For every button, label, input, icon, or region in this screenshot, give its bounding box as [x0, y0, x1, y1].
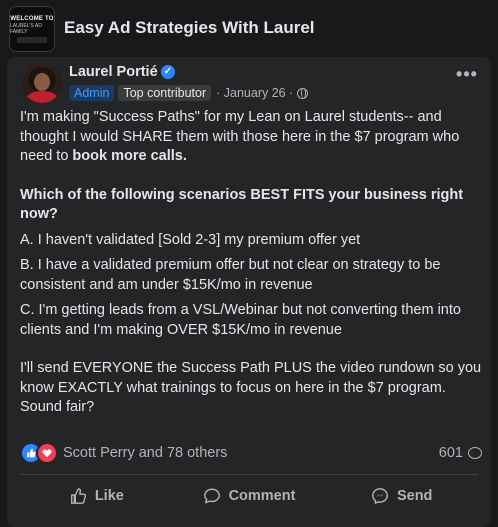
post-paragraph-intro: I'm making "Success Paths" for my Lean o…	[20, 108, 486, 167]
post-card: Laurel Portié ✓ Admin Top contributor · …	[7, 57, 491, 527]
author-name[interactable]: Laurel Portié	[69, 64, 158, 80]
comment-count-value: 601	[438, 445, 463, 461]
comment-icon	[203, 488, 220, 504]
send-label: Send	[396, 488, 433, 504]
top-contributor-badge[interactable]: Top contributor	[118, 85, 212, 101]
post-date[interactable]: · January 26 ·	[216, 86, 293, 100]
admin-badge[interactable]: Admin	[69, 85, 115, 101]
group-logo-bar	[17, 36, 47, 43]
post-body: I'm making "Success Paths" for my Lean o…	[20, 108, 486, 418]
reactions-text[interactable]: Scott Perry and 78 others	[63, 445, 227, 461]
thumbs-up-icon	[70, 488, 86, 504]
send-button[interactable]: Send	[325, 477, 478, 515]
like-label: Like	[94, 488, 124, 504]
like-button[interactable]: Like	[20, 477, 173, 515]
comment-count[interactable]: 601	[439, 443, 482, 463]
group-logo-line1: WELCOME TO	[10, 15, 54, 22]
comment-button[interactable]: Comment	[173, 477, 326, 515]
post-question: Which of the following scenarios BEST FI…	[20, 186, 486, 225]
post-intro-bold: book more calls.	[72, 148, 187, 164]
comment-label: Comment	[228, 488, 296, 504]
comment-bubble-icon	[468, 447, 482, 459]
post-option-c: C. I'm getting leads from a VSL/Webinar …	[20, 302, 461, 338]
post-option-b: B. I have a validated premium offer but …	[20, 257, 441, 293]
author-avatar[interactable]	[22, 63, 62, 103]
post-option-a: A. I haven't validated [Sold 2-3] my pre…	[20, 231, 361, 248]
group-title[interactable]: Easy Ad Strategies With Laurel	[64, 18, 315, 38]
post-meta: Admin Top contributor · January 26 ·	[69, 84, 309, 102]
reactions-summary[interactable]: Scott Perry and 78 others	[20, 442, 480, 464]
globe-icon	[297, 87, 309, 99]
actions-divider	[20, 474, 478, 475]
verified-badge-icon: ✓	[161, 65, 175, 79]
love-reaction-icon	[36, 442, 58, 464]
messenger-icon	[372, 488, 388, 504]
group-header: WELCOME TO LAUREL'S AD FAMILY Easy Ad St…	[0, 0, 498, 58]
group-logo-line2: LAUREL'S AD FAMILY	[10, 22, 42, 35]
group-logo[interactable]: WELCOME TO LAUREL'S AD FAMILY	[9, 6, 55, 52]
post-actions: Like Comment Send	[20, 477, 478, 515]
more-options-icon[interactable]: •••	[455, 65, 479, 87]
post-closing: I'll send EVERYONE the Success Path PLUS…	[20, 360, 482, 415]
post-question-text: Which of the following scenarios BEST FI…	[20, 186, 464, 223]
